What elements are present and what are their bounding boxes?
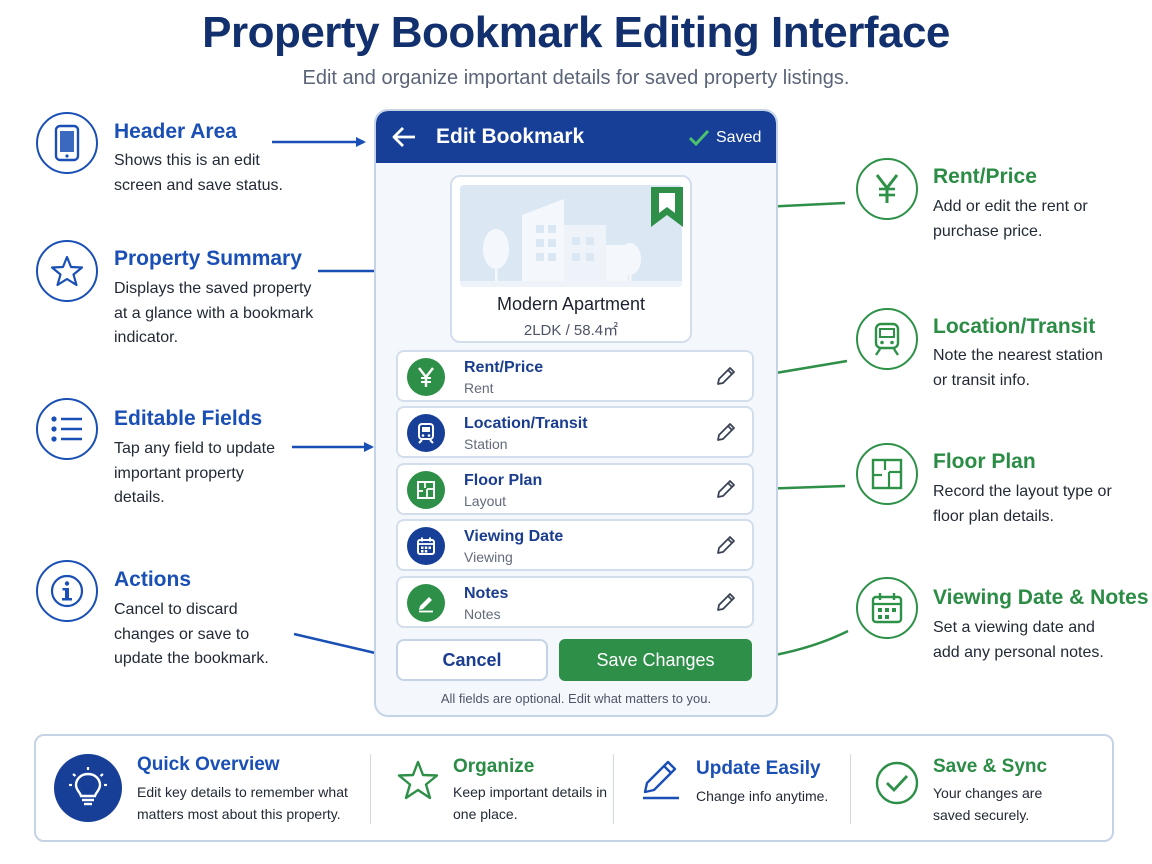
field-notes[interactable]: Notes Notes [396, 576, 754, 628]
feature-title: Organize [453, 756, 535, 777]
property-name: Modern Apartment [496, 294, 646, 314]
info-icon [36, 560, 98, 622]
star-icon [36, 240, 98, 302]
annotation-title: Editable Fields [114, 407, 263, 430]
feature-desc: Keep important details in one place. [453, 784, 608, 822]
annotation-desc: Shows this is an edit screen and save st… [114, 152, 283, 194]
lightbulb-icon [54, 754, 122, 822]
field-location-transit[interactable]: Location/Transit Station [396, 406, 754, 458]
yen-icon [856, 158, 918, 220]
arrow-actions [293, 632, 386, 659]
cancel-button[interactable]: Cancel [396, 639, 548, 681]
smartphone-icon [36, 112, 98, 174]
field-label: Rent/Price [464, 359, 544, 376]
edit-pencil-icon[interactable] [714, 364, 738, 388]
pencil-icon [639, 758, 683, 802]
edit-pencil-icon[interactable] [714, 477, 738, 501]
floor-plan-icon [407, 471, 445, 509]
divider [850, 754, 851, 824]
divider [370, 754, 371, 824]
field-value: Notes [464, 606, 501, 622]
floor-plan-icon [856, 443, 918, 505]
feature-desc: Change info anytime. [696, 788, 829, 804]
edit-pencil-icon[interactable] [714, 420, 738, 444]
back-arrow-icon[interactable] [390, 123, 420, 151]
property-meta: 2LDK / 58.4㎡ [523, 322, 619, 339]
field-label: Viewing Date [464, 528, 564, 545]
edit-pencil-icon[interactable] [714, 533, 738, 557]
annotation-title: Property Summary [114, 247, 302, 270]
save-changes-button[interactable]: Save Changes [559, 639, 752, 681]
screen-title: Edit Bookmark [436, 125, 585, 148]
field-value: Station [464, 436, 508, 452]
annotation-desc: Set a viewing date and add any personal … [933, 619, 1104, 661]
property-illustration [460, 185, 682, 287]
property-summary-card[interactable]: Modern Apartment 2LDK / 58.4㎡ [450, 175, 692, 343]
save-status: Saved [716, 129, 762, 146]
annotation-title: Rent/Price [933, 165, 1037, 188]
field-value: Layout [464, 493, 507, 509]
field-label: Location/Transit [464, 415, 588, 432]
feature-desc: Edit key details to remember what matter… [137, 784, 348, 822]
calendar-icon [407, 527, 445, 565]
annotation-title: Viewing Date & Notes [933, 586, 1149, 609]
annotation-desc: Add or edit the rent or purchase price. [933, 198, 1088, 240]
feature-strip: Quick Overview Edit key details to remem… [34, 734, 1114, 842]
annotation-desc: Tap any field to update important proper… [114, 440, 276, 506]
feature-title: Update Easily [696, 758, 821, 779]
phone-header: Edit Bookmark Saved [376, 111, 776, 163]
field-value: Rent [464, 380, 494, 396]
feature-desc: Your changes are saved securely. [933, 785, 1043, 823]
annotation-title: Header Area [114, 120, 237, 143]
annotation-desc: Note the nearest station or transit info… [933, 347, 1103, 389]
check-icon [688, 128, 710, 148]
annotation-desc: Displays the saved property at a glance … [114, 280, 314, 346]
yen-icon [407, 358, 445, 396]
edit-pencil-icon[interactable] [714, 590, 738, 614]
phone-footer-note: All fields are optional. Edit what matte… [440, 691, 712, 706]
field-floor-plan[interactable]: Floor Plan Layout [396, 463, 754, 515]
train-icon [856, 308, 918, 370]
feature-title: Quick Overview [137, 754, 280, 775]
phone-mockup: Edit Bookmark Saved Modern Apartment 2LD… [374, 109, 778, 717]
check-circle-icon [874, 760, 920, 806]
calendar-icon [856, 577, 918, 639]
divider [613, 754, 614, 824]
star-icon [396, 758, 440, 802]
field-value: Viewing [464, 549, 513, 565]
annotation-title: Floor Plan [933, 450, 1036, 473]
pencil-icon [407, 584, 445, 622]
field-viewing-date[interactable]: Viewing Date Viewing [396, 519, 754, 571]
field-label: Notes [464, 585, 509, 602]
feature-title: Save & Sync [933, 756, 1048, 777]
annotation-title: Actions [114, 568, 192, 591]
field-rent-price[interactable]: Rent/Price Rent [396, 350, 754, 402]
list-icon [36, 398, 98, 460]
annotation-desc: Cancel to discard changes or save to upd… [114, 601, 269, 667]
annotation-title: Location/Transit [933, 315, 1096, 338]
train-icon [407, 414, 445, 452]
annotation-desc: Record the layout type or floor plan det… [933, 483, 1112, 525]
field-label: Floor Plan [464, 472, 543, 489]
